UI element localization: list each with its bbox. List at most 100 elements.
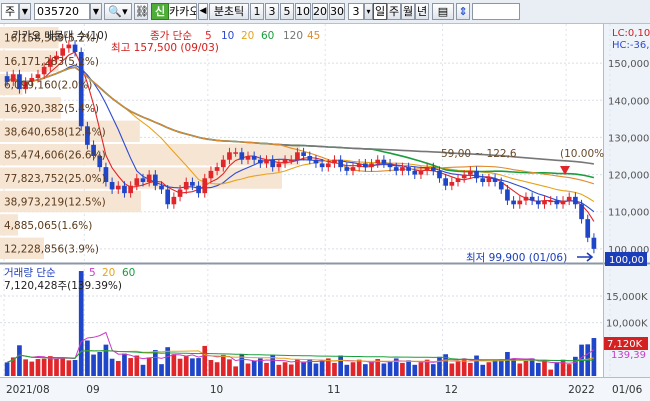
volume-pct-text: 139,39 [611,350,646,361]
ma-45-label[interactable]: 45 [307,30,320,42]
candle-body [387,163,393,168]
candle-body [227,152,232,160]
candle-body [171,196,177,205]
candle-body [288,159,294,162]
volume-bar [171,354,177,376]
volume-bar [270,355,276,376]
candle-body [560,200,566,205]
volume-bar [103,344,109,376]
ma-5-label[interactable]: 5 [205,30,212,42]
stock-name-field: 카카오 [169,3,197,20]
volume-tick-label: 10,000K [606,319,648,330]
candle-body [128,185,133,194]
candle-body [60,48,66,56]
candle-body [332,159,337,164]
volume-bar [202,345,208,376]
date-tick-label: 2021/08 [6,384,50,396]
volume-bar [400,362,405,376]
scroll-updown-icon[interactable]: ⇕ [456,3,470,20]
ma-10-label[interactable]: 10 [221,30,234,42]
candle-body [381,159,387,164]
ma-prefix-label[interactable]: 종가 단순 [150,30,192,42]
volume-bar [264,362,269,376]
period-30-button[interactable]: 30 [329,3,345,20]
volume-ma-60-label[interactable]: 60 [122,267,135,279]
candle-body [295,152,300,160]
candle-body [208,170,214,179]
candle-body [579,204,584,220]
stock-chart[interactable]: 150,000 140,000 130,000 120,000 110,000 100,0… [0,24,650,401]
candle-body [109,182,115,190]
volume-bar [288,364,294,376]
candle-body [505,189,510,201]
volume-bar [35,359,41,376]
candle-body [301,152,306,156]
period-type-button[interactable]: 분초틱 [209,3,249,20]
volume-ma-5-label[interactable]: 5 [89,267,96,279]
candle-body [535,200,541,205]
candle-body [486,178,492,182]
volume-bar [511,359,516,376]
candle-body [548,200,554,203]
signal-badge[interactable]: 신 [151,3,169,20]
code-dropdown-icon[interactable]: ▼ [90,3,102,20]
lc-label: LC:0,10 [612,28,650,39]
volume-bar [60,358,66,376]
volume-bar [523,360,529,376]
blank-input[interactable] [472,3,520,20]
year-button[interactable]: 년 [415,3,429,20]
market-select[interactable]: 주 [1,3,19,20]
volume-bar [85,340,90,376]
volume-bar [220,354,226,376]
candle-body [177,189,183,197]
ma-60-label[interactable]: 60 [261,30,274,42]
volume-bar [66,360,72,376]
candle-body [591,237,597,249]
volume-bar [387,360,393,376]
candle-body [393,167,399,171]
ma-120-label[interactable]: 120 [283,30,303,42]
pct-label: (10.00% [560,148,604,160]
volume-profile-label: 16,171,283(5.2%) [4,56,99,68]
volume-bar [245,363,251,376]
market-dropdown-icon[interactable]: ▼ [19,3,31,20]
price-tick-label: 110,000 [608,208,649,219]
candle-body [461,174,467,179]
volume-bar [177,358,183,376]
day-button[interactable]: 일 [373,3,387,20]
volume-bar [486,362,492,376]
period-10-button[interactable]: 10 [295,3,311,20]
week-button[interactable]: 주 [387,3,401,20]
volume-bar [152,350,158,376]
candle-body [369,163,374,168]
indicator-title[interactable]: 카카오 매물대 수(10) [12,30,108,42]
period-3-button[interactable]: 3 [265,3,279,20]
candle-body [350,167,356,171]
interval-dropdown-icon[interactable]: ▾ [364,3,373,20]
month-button[interactable]: 월 [401,3,415,20]
ma-20-label[interactable]: 20 [241,30,254,42]
search-icon[interactable]: 🔍▾ [104,3,132,20]
period-20-button[interactable]: 20 [312,3,328,20]
stock-code-input[interactable]: 035720 [34,3,90,20]
current-price-text: 100,00 [609,255,644,266]
volume-bar [146,357,152,376]
volume-bar [566,364,572,376]
period-5-button[interactable]: 5 [280,3,294,20]
volume-title[interactable]: 거래량 단순 [4,267,56,279]
candle-body [239,152,245,160]
volume-bar [276,364,282,376]
date-tick-label: 11 [327,384,340,396]
chart-settings-icon[interactable]: ▤ [432,3,454,20]
interval-input[interactable]: 3 [348,3,364,20]
period-1-button[interactable]: 1 [250,3,264,20]
volume-bar [54,358,59,376]
price-tick-label: 120,000 [608,171,649,182]
range-label: 59,00 ~ 122,6 [441,148,517,160]
volume-ma-20-label[interactable]: 20 [102,267,115,279]
candle-body [319,163,325,168]
volume-current-label: 7,120,428주(139.39%) [4,280,122,292]
link-icon[interactable]: ⛓ [134,3,148,20]
prev-arrow-icon[interactable]: ◀ [198,3,208,20]
candle-body [183,182,189,190]
